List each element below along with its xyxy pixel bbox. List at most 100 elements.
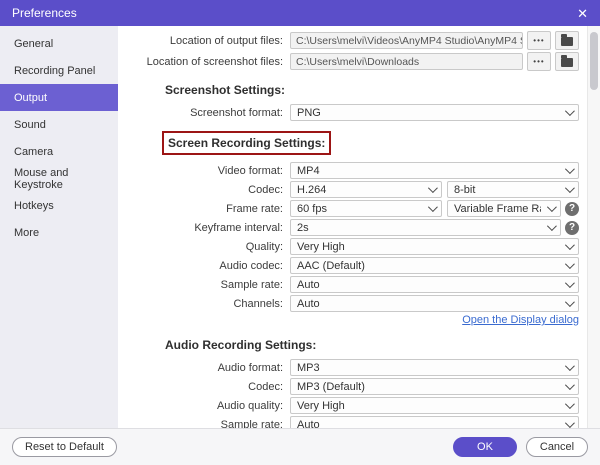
screenshot-location-row: Location of screenshot files: C:\Users\m…	[118, 52, 579, 71]
chevron-down-icon	[546, 221, 557, 232]
chevron-down-icon	[546, 202, 557, 213]
selected-value: 60 fps	[297, 202, 327, 215]
audio-codec2-label: Codec:	[248, 380, 283, 393]
sidebar-item-more[interactable]: More	[0, 219, 118, 246]
channels-row: Channels: Auto	[118, 295, 579, 312]
screen-recording-settings-heading: Screen Recording Settings:	[168, 136, 326, 150]
chevron-down-icon	[564, 106, 575, 117]
screen-recording-highlight-box: Screen Recording Settings:	[162, 131, 332, 155]
sample-rate-row: Sample rate: Auto	[118, 276, 579, 293]
chevron-down-icon	[564, 399, 575, 410]
open-display-dialog-link[interactable]: Open the Display dialog	[462, 314, 579, 326]
output-location-row: Location of output files: C:\Users\melvi…	[118, 31, 579, 50]
chevron-down-icon	[564, 418, 575, 428]
sidebar-item-sound[interactable]: Sound	[0, 111, 118, 138]
output-browse-button[interactable]: •••	[527, 31, 551, 50]
quality-select[interactable]: Very High	[290, 238, 579, 255]
reset-to-default-button[interactable]: Reset to Default	[12, 437, 117, 457]
screenshot-location-value: C:\Users\melvi\Downloads	[296, 55, 420, 68]
help-icon[interactable]: ?	[565, 220, 579, 235]
folder-icon	[561, 55, 573, 67]
help-icon[interactable]: ?	[565, 201, 579, 216]
audio-format-select[interactable]: MP3	[290, 359, 579, 376]
audio-codec-row: Audio codec: AAC (Default)	[118, 257, 579, 274]
channels-select[interactable]: Auto	[290, 295, 579, 312]
audio-recording-settings-heading: Audio Recording Settings:	[165, 338, 317, 352]
sidebar: General Recording Panel Output Sound Cam…	[0, 26, 118, 428]
scrollbar-thumb[interactable]	[590, 32, 598, 90]
selected-value: MP3	[297, 361, 320, 374]
channels-label: Channels:	[233, 297, 283, 310]
frame-rate-select[interactable]: 60 fps	[290, 200, 442, 217]
audio-quality-select[interactable]: Very High	[290, 397, 579, 414]
chevron-down-icon	[427, 183, 438, 194]
sidebar-item-output[interactable]: Output	[0, 84, 118, 111]
selected-value: PNG	[297, 106, 321, 119]
screenshot-format-select[interactable]: PNG	[290, 104, 579, 121]
chevron-down-icon	[427, 202, 438, 213]
selected-value: Auto	[297, 418, 320, 429]
selected-value: AAC (Default)	[297, 259, 365, 272]
selected-value: Auto	[297, 297, 320, 310]
audio-codec2-select[interactable]: MP3 (Default)	[290, 378, 579, 395]
selected-value: Variable Frame Rate	[454, 202, 541, 215]
frame-rate-label: Frame rate:	[226, 202, 283, 215]
chevron-down-icon	[564, 278, 575, 289]
screenshot-format-row: Screenshot format: PNG	[118, 104, 579, 121]
audio-sample-rate-select[interactable]: Auto	[290, 416, 579, 428]
keyframe-interval-label: Keyframe interval:	[194, 221, 283, 234]
sidebar-item-recording-panel[interactable]: Recording Panel	[0, 57, 118, 84]
ok-button[interactable]: OK	[453, 437, 517, 457]
screenshot-location-label: Location of screenshot files:	[146, 55, 283, 68]
window-title: Preferences	[12, 6, 77, 20]
audio-sample-rate-row: Sample rate: Auto	[118, 416, 579, 428]
codec-row: Codec: H.264 8-bit	[118, 181, 579, 198]
cancel-button[interactable]: Cancel	[526, 437, 588, 457]
chevron-down-icon	[564, 259, 575, 270]
titlebar: Preferences ✕	[0, 0, 600, 26]
chevron-down-icon	[564, 183, 575, 194]
keyframe-interval-select[interactable]: 2s	[290, 219, 561, 236]
quality-label: Quality:	[245, 240, 283, 253]
audio-codec-select[interactable]: AAC (Default)	[290, 257, 579, 274]
sample-rate-select[interactable]: Auto	[290, 276, 579, 293]
screenshot-location-field[interactable]: C:\Users\melvi\Downloads	[290, 53, 523, 70]
output-open-folder-button[interactable]	[555, 31, 579, 50]
audio-quality-row: Audio quality: Very High	[118, 397, 579, 414]
video-format-select[interactable]: MP4	[290, 162, 579, 179]
audio-codec-label: Audio codec:	[219, 259, 283, 272]
screenshot-format-label: Screenshot format:	[190, 106, 283, 119]
quality-row: Quality: Very High	[118, 238, 579, 255]
selected-value: 2s	[297, 221, 309, 234]
screenshot-settings-heading: Screenshot Settings:	[165, 83, 286, 97]
chevron-down-icon	[564, 361, 575, 372]
screenshot-browse-button[interactable]: •••	[527, 52, 551, 71]
footer-bar: Reset to Default OK Cancel	[0, 428, 600, 465]
chevron-down-icon	[564, 297, 575, 308]
chevron-down-icon	[564, 240, 575, 251]
sidebar-item-hotkeys[interactable]: Hotkeys	[0, 192, 118, 219]
codec-select[interactable]: H.264	[290, 181, 442, 198]
selected-value: Auto	[297, 278, 320, 291]
selected-value: MP3 (Default)	[297, 380, 365, 393]
keyframe-interval-row: Keyframe interval: 2s ?	[118, 219, 579, 236]
scrollbar[interactable]	[587, 26, 600, 428]
chevron-down-icon	[564, 380, 575, 391]
frame-rate-mode-select[interactable]: Variable Frame Rate	[447, 200, 561, 217]
settings-panel: Location of output files: C:\Users\melvi…	[118, 26, 587, 428]
audio-sample-rate-label: Sample rate:	[220, 418, 283, 429]
output-location-field[interactable]: C:\Users\melvi\Videos\AnyMP4 Studio\AnyM…	[290, 32, 523, 49]
codec-label: Codec:	[248, 183, 283, 196]
sidebar-item-mouse-keystroke[interactable]: Mouse and Keystroke	[0, 165, 118, 192]
sidebar-item-general[interactable]: General	[0, 30, 118, 57]
frame-rate-row: Frame rate: 60 fps Variable Frame Rate ?	[118, 200, 579, 217]
sidebar-item-camera[interactable]: Camera	[0, 138, 118, 165]
audio-format-label: Audio format:	[217, 361, 283, 374]
selected-value: Very High	[297, 399, 345, 412]
bit-depth-select[interactable]: 8-bit	[447, 181, 579, 198]
selected-value: Very High	[297, 240, 345, 253]
screenshot-open-folder-button[interactable]	[555, 52, 579, 71]
close-icon[interactable]: ✕	[577, 7, 588, 20]
output-location-label: Location of output files:	[169, 34, 283, 47]
audio-codec2-row: Codec: MP3 (Default)	[118, 378, 579, 395]
